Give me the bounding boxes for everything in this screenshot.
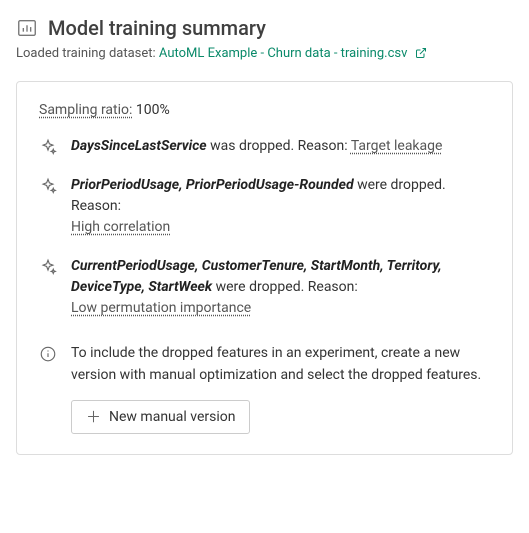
button-label: New manual version xyxy=(109,409,235,425)
info-icon xyxy=(39,345,57,363)
external-link-icon xyxy=(415,47,427,63)
dropped-features-list: DaysSinceLastService was dropped. Reason… xyxy=(39,136,490,319)
new-manual-version-button[interactable]: ＋ New manual version xyxy=(71,400,250,434)
info-block: To include the dropped features in an ex… xyxy=(39,343,490,434)
dataset-name: AutoML Example - Churn data - training.c… xyxy=(159,46,407,61)
sampling-label: Sampling ratio: xyxy=(39,102,132,118)
drop-text: DaysSinceLastService was dropped. Reason… xyxy=(71,136,442,157)
feature-names: DaysSinceLastService xyxy=(71,138,207,154)
dataset-line: Loaded training dataset: AutoML Example … xyxy=(16,46,513,63)
dropped-item: DaysSinceLastService was dropped. Reason… xyxy=(39,136,490,157)
dropped-item: PriorPeriodUsage, PriorPeriodUsage-Round… xyxy=(39,175,490,238)
page-title: Model training summary xyxy=(48,16,266,40)
sampling-ratio: Sampling ratio: 100% xyxy=(39,102,490,118)
sparkle-icon xyxy=(39,177,57,195)
sampling-value: 100% xyxy=(136,102,170,118)
drop-reason[interactable]: Low permutation importance xyxy=(71,300,251,316)
drop-suffix: were dropped. Reason: xyxy=(212,279,358,295)
dataset-label: Loaded training dataset: xyxy=(16,46,156,61)
bar-chart-icon xyxy=(16,17,38,39)
summary-card: Sampling ratio: 100% DaysSinceLastServic… xyxy=(16,81,513,455)
info-text: To include the dropped features in an ex… xyxy=(71,343,490,386)
dropped-item: CurrentPeriodUsage, CustomerTenure, Star… xyxy=(39,256,490,319)
drop-suffix: was dropped. Reason: xyxy=(207,138,351,154)
feature-names: PriorPeriodUsage, PriorPeriodUsage-Round… xyxy=(71,177,354,193)
drop-reason[interactable]: Target leakage xyxy=(351,138,443,154)
sparkle-icon xyxy=(39,258,57,276)
sparkle-icon xyxy=(39,138,57,156)
info-content: To include the dropped features in an ex… xyxy=(71,343,490,434)
drop-text: CurrentPeriodUsage, CustomerTenure, Star… xyxy=(71,256,490,319)
page-header: Model training summary xyxy=(16,16,513,40)
dataset-link[interactable]: AutoML Example - Churn data - training.c… xyxy=(159,46,427,61)
drop-reason[interactable]: High correlation xyxy=(71,219,170,235)
plus-icon: ＋ xyxy=(86,410,101,425)
drop-text: PriorPeriodUsage, PriorPeriodUsage-Round… xyxy=(71,175,490,238)
